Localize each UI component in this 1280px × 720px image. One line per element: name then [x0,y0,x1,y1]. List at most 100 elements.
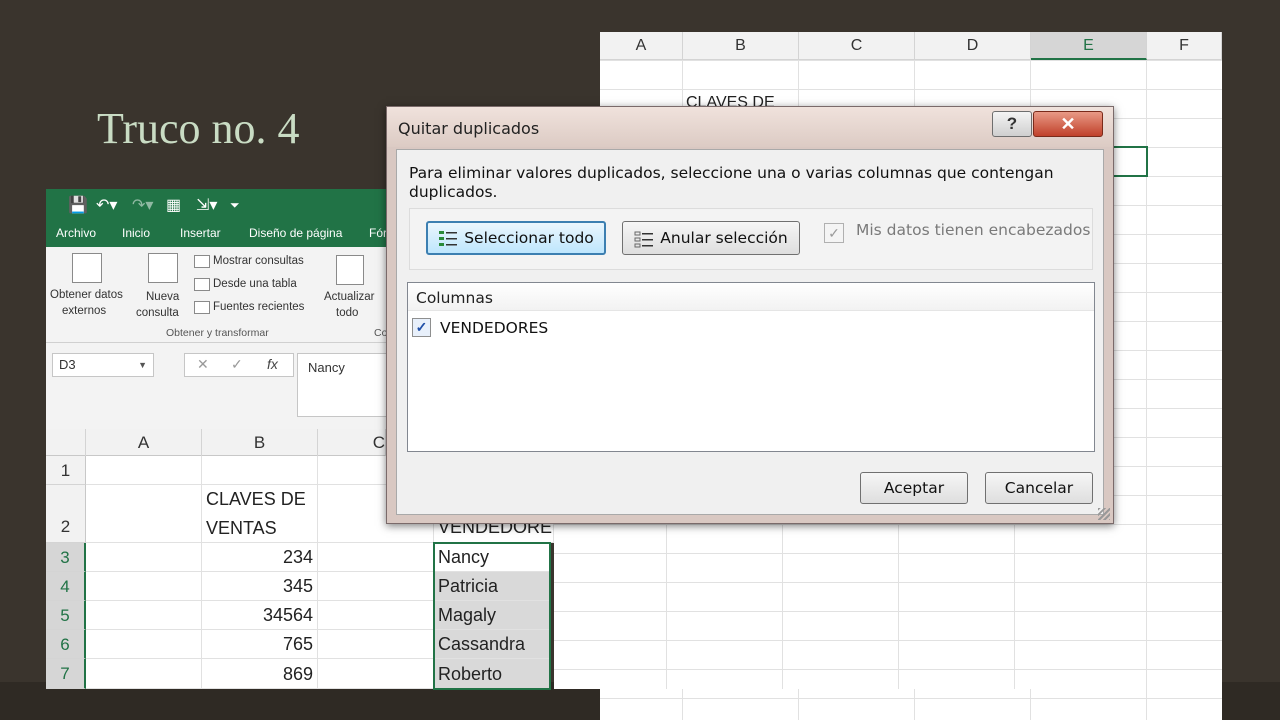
name-box[interactable]: D3 ▼ [52,353,154,377]
row-header-2[interactable]: 2 [46,485,86,543]
formula-input[interactable]: Nancy [297,353,397,417]
columns-list-header[interactable]: Columnas [408,283,1094,311]
row-header-5[interactable]: 5 [46,601,86,630]
cell-a3[interactable] [86,543,202,572]
enter-formula-icon[interactable]: ✓ [231,356,243,373]
back-col-a[interactable]: A [600,32,683,60]
dialog-body: Para eliminar valores duplicados, selecc… [396,149,1104,515]
back-col-b[interactable]: B [683,32,799,60]
cell-b2[interactable]: CLAVES DE VENTAS [202,485,318,543]
cell-a4[interactable] [86,572,202,601]
dialog-title: Quitar duplicados [398,119,540,138]
row-header-7[interactable]: 7 [46,659,86,689]
vendedores-label[interactable]: VENDEDORES [440,319,548,337]
formula-buttons: ✕ ✓ fx [184,353,294,377]
back-col-d[interactable]: D [915,32,1031,60]
cancel-button[interactable]: Cancelar [985,472,1093,504]
touch-mode-icon[interactable]: ⇲▾ [196,195,217,215]
chevron-down-icon[interactable]: ▼ [138,354,147,376]
external-data-icon[interactable] [72,253,102,283]
customize-qat-icon[interactable]: ⏷ [230,198,240,213]
remove-duplicates-dialog: Quitar duplicados ? ✕ Para eliminar valo… [386,106,1114,524]
tab-insertar[interactable]: Insertar [180,226,221,240]
group-obtener-transformar: Obtener y transformar [166,327,269,339]
from-table-icon [194,278,210,291]
cell-d5[interactable]: Magaly [434,601,550,630]
new-query-icon[interactable] [148,253,178,283]
overlap-gridline [1014,524,1015,689]
unselect-all-label: Anular selección [660,229,788,247]
cell-c3[interactable] [318,543,434,572]
dialog-titlebar[interactable]: Quitar duplicados ? ✕ [387,107,1113,147]
resize-grip[interactable] [1098,508,1110,520]
cell-a7[interactable] [86,659,202,689]
cell-b7[interactable]: 869 [202,659,318,689]
vendedores-checkbox[interactable]: ✓ [412,318,431,337]
undo-icon[interactable]: ↶▾ [96,195,117,215]
desde-tabla-button[interactable]: Desde una tabla [213,278,297,290]
row-header-3[interactable]: 3 [46,543,86,572]
save-icon[interactable]: 💾 [68,195,88,215]
cell-a1[interactable] [86,456,202,485]
form-icon[interactable]: ▦ [166,195,181,215]
row-header-6[interactable]: 6 [46,630,86,659]
cell-b3[interactable]: 234 [202,543,318,572]
help-button[interactable]: ? [992,111,1032,137]
unselect-all-button[interactable]: Anular selección [622,221,800,255]
show-queries-icon [194,255,210,268]
select-all-button[interactable]: Seleccionar todo [426,221,606,255]
close-button[interactable]: ✕ [1033,111,1103,137]
ribbon-tabs: Archivo Inicio Insertar Diseño de página… [46,221,387,247]
mostrar-consultas-button[interactable]: Mostrar consultas [213,255,304,267]
select-all-label: Seleccionar todo [464,229,594,247]
has-headers-label[interactable]: Mis datos tienen encabezados [856,221,1090,239]
cancel-formula-icon[interactable]: ✕ [197,356,209,373]
row-header-4[interactable]: 4 [46,572,86,601]
obtener-datos-label-2[interactable]: externos [62,305,106,317]
back-col-f[interactable]: F [1147,32,1222,60]
refresh-all-icon[interactable] [336,255,364,285]
back-col-e[interactable]: E [1031,32,1147,60]
cell-c4[interactable] [318,572,434,601]
tab-inicio[interactable]: Inicio [122,226,150,240]
cell-b6[interactable]: 765 [202,630,318,659]
tab-archivo[interactable]: Archivo [56,226,96,240]
col-a[interactable]: A [86,429,202,456]
cell-b2-line2: VENTAS [206,518,277,538]
cell-c5[interactable] [318,601,434,630]
tab-formulas[interactable]: Fór [369,226,387,240]
select-all-corner[interactable] [46,429,86,456]
insert-function-icon[interactable]: fx [267,356,278,372]
cell-c6[interactable] [318,630,434,659]
actualizar-label-1[interactable]: Actualizar [324,291,375,303]
slide-title: Truco no. 4 [97,104,300,153]
cell-d4[interactable]: Patricia [434,572,550,601]
cell-c7[interactable] [318,659,434,689]
cell-b5[interactable]: 34564 [202,601,318,630]
nueva-label-1[interactable]: Nueva [146,291,179,303]
cell-a2[interactable] [86,485,202,543]
ribbon: Obtener datos externos Nueva consulta Mo… [46,247,387,343]
cell-d7[interactable]: Roberto [434,659,550,689]
actualizar-label-2[interactable]: todo [336,307,358,319]
back-col-c[interactable]: C [799,32,915,60]
options-row: Seleccionar todo Anular selección ✓ Mis … [409,208,1093,270]
col-c[interactable]: C [318,429,386,456]
columns-list: Columnas ✓ VENDEDORES [407,282,1095,452]
cell-b1[interactable] [202,456,318,485]
cell-a6[interactable] [86,630,202,659]
row-header-1[interactable]: 1 [46,456,86,485]
has-headers-checkbox[interactable]: ✓ [824,223,844,243]
nueva-label-2[interactable]: consulta [136,307,179,319]
ok-button[interactable]: Aceptar [860,472,968,504]
cell-d3[interactable]: Nancy [434,543,550,572]
col-b[interactable]: B [202,429,318,456]
obtener-datos-label-1[interactable]: Obtener datos [50,289,123,301]
cell-b4[interactable]: 345 [202,572,318,601]
select-all-icon [438,229,458,249]
cell-d6[interactable]: Cassandra [434,630,550,659]
tab-diseno-pagina[interactable]: Diseño de página [249,226,342,240]
cell-a5[interactable] [86,601,202,630]
redo-icon[interactable]: ↷▾ [132,195,153,215]
fuentes-recientes-button[interactable]: Fuentes recientes [213,301,304,313]
